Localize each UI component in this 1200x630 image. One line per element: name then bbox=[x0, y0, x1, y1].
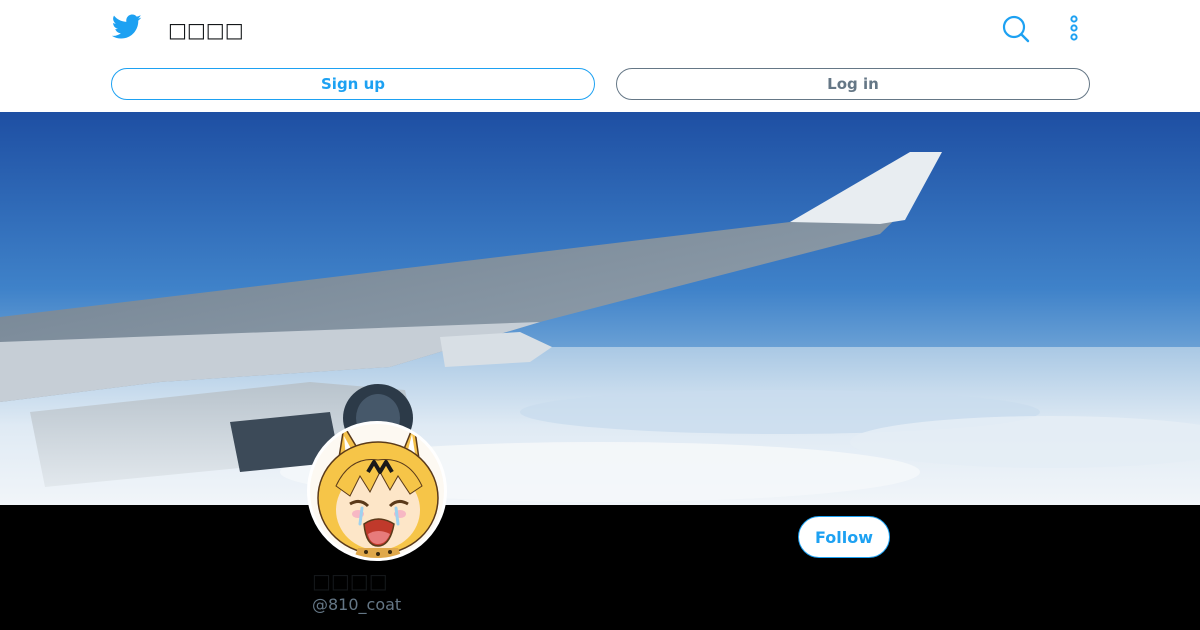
follow-button[interactable]: Follow bbox=[798, 516, 890, 558]
profile-banner-image bbox=[0, 112, 1200, 505]
signup-button[interactable]: Sign up bbox=[111, 68, 595, 100]
more-vertical-icon[interactable] bbox=[1064, 14, 1084, 44]
serval-character-avatar-image bbox=[310, 424, 444, 558]
twitter-bird-icon[interactable] bbox=[112, 14, 142, 40]
login-button[interactable]: Log in bbox=[616, 68, 1090, 100]
profile-screen-name[interactable]: @810_coat bbox=[312, 594, 401, 616]
top-bar: □□□□ Sign up Log in bbox=[0, 0, 1200, 112]
profile-avatar[interactable] bbox=[307, 421, 447, 561]
profile-display-name: □□□□ bbox=[312, 569, 388, 593]
header-profile-name: □□□□ bbox=[168, 18, 244, 42]
search-icon[interactable] bbox=[1001, 14, 1031, 44]
